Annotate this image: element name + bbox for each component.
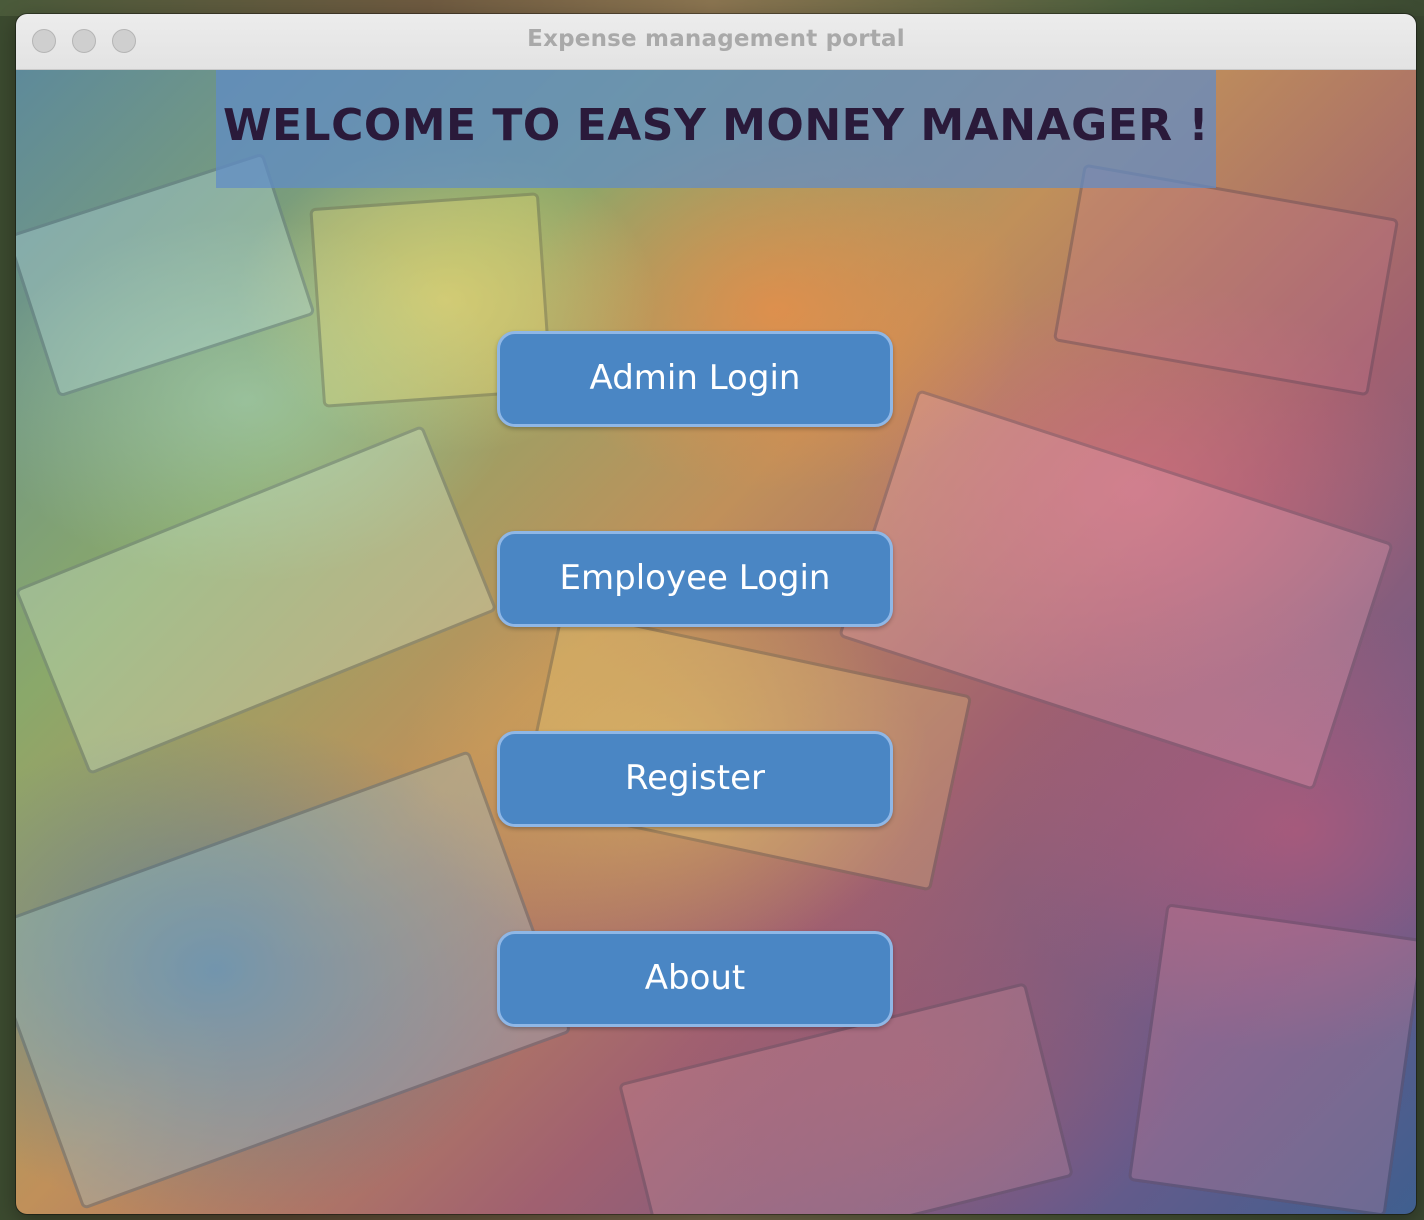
app-window: Expense management portal WELCOME TO EAS… xyxy=(16,14,1416,1214)
employee-login-button[interactable]: Employee Login xyxy=(497,531,893,627)
about-button[interactable]: About xyxy=(497,931,893,1027)
banknote-decoration xyxy=(1127,903,1416,1214)
title-bar[interactable]: Expense management portal xyxy=(16,14,1416,70)
banknote-decoration xyxy=(16,424,498,776)
register-button[interactable]: Register xyxy=(497,731,893,827)
window-title: Expense management portal xyxy=(527,26,905,52)
banknote-decoration xyxy=(16,750,572,1210)
welcome-heading: WELCOME TO EASY MONEY MANAGER ! xyxy=(222,100,1210,151)
background-image: WELCOME TO EASY MONEY MANAGER ! Admin Lo… xyxy=(16,70,1416,1214)
banknote-decoration xyxy=(1052,163,1400,397)
admin-login-button[interactable]: Admin Login xyxy=(497,331,893,427)
welcome-banner: WELCOME TO EASY MONEY MANAGER ! xyxy=(216,70,1216,188)
banknote-decoration xyxy=(16,152,316,398)
